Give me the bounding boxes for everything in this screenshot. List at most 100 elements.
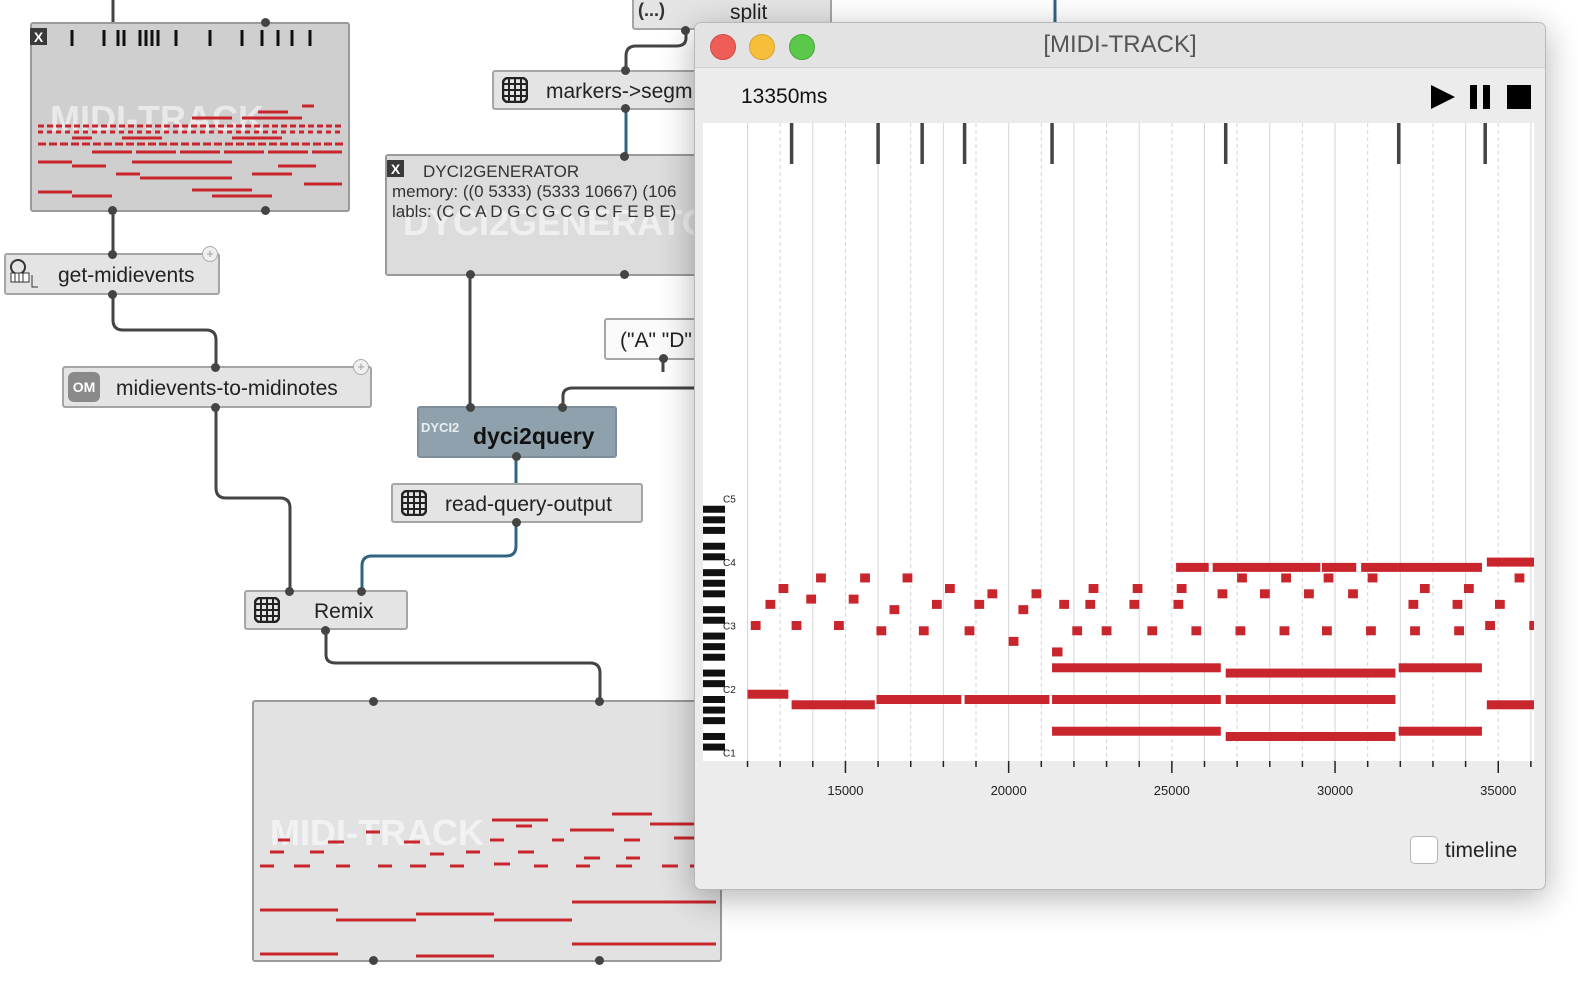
outlet[interactable] bbox=[108, 290, 117, 299]
wire bbox=[324, 630, 602, 700]
note bbox=[1147, 626, 1158, 636]
inlet[interactable] bbox=[211, 363, 220, 372]
dyci2generator-memory: memory: ((0 5333) (5333 10667) (106 bbox=[392, 182, 677, 201]
outlet[interactable] bbox=[261, 206, 270, 215]
outlet[interactable] bbox=[211, 403, 220, 412]
markers-segments-label: markers->segm bbox=[546, 80, 693, 103]
wire-data bbox=[360, 523, 518, 592]
inlet[interactable] bbox=[369, 697, 378, 706]
timeline-checkbox[interactable] bbox=[1410, 836, 1438, 864]
outlet[interactable] bbox=[369, 956, 378, 965]
piano-key-black bbox=[703, 653, 725, 661]
note bbox=[1225, 668, 1396, 678]
outlet[interactable] bbox=[621, 104, 630, 113]
inlet[interactable] bbox=[595, 697, 604, 706]
note bbox=[1237, 573, 1247, 583]
note bbox=[1419, 584, 1430, 594]
add-input-icon[interactable]: + bbox=[202, 246, 218, 262]
inlet[interactable] bbox=[261, 18, 270, 27]
remix-label: Remix bbox=[314, 600, 374, 623]
piano-roll-canvas: 15000 20000 25000 30000 35000 bbox=[741, 123, 1543, 799]
midievents-to-midinotes-label: midievents-to-midinotes bbox=[116, 377, 338, 400]
note bbox=[1101, 626, 1112, 636]
piano-key-black bbox=[703, 632, 725, 640]
dyci2query-box[interactable]: DYCI2 dyci2query bbox=[417, 406, 617, 458]
note bbox=[987, 589, 998, 599]
note bbox=[1052, 695, 1221, 705]
note bbox=[1361, 562, 1398, 572]
note bbox=[1408, 599, 1419, 609]
note bbox=[902, 573, 913, 583]
note bbox=[1173, 599, 1184, 609]
piano-key-black bbox=[703, 717, 725, 725]
outlet[interactable] bbox=[512, 452, 521, 461]
x-tick-label: 15000 bbox=[827, 783, 863, 798]
outlet[interactable] bbox=[681, 26, 690, 35]
inlet[interactable] bbox=[620, 152, 629, 161]
note bbox=[889, 605, 900, 615]
midi-track-editor-window[interactable]: [MIDI-TRACK] 13350ms C5 C4 C3 C2 C1 15000 200… bbox=[694, 22, 1546, 890]
piano-key-black bbox=[703, 669, 725, 677]
dyci2-badge: DYCI2 bbox=[421, 420, 460, 435]
inlet[interactable] bbox=[357, 587, 366, 596]
note bbox=[945, 584, 955, 594]
get-midievents-label: get-midievents bbox=[58, 264, 195, 287]
inlet[interactable] bbox=[621, 66, 630, 75]
note bbox=[1323, 573, 1334, 583]
note bbox=[1485, 621, 1495, 631]
octave-label: C5 bbox=[723, 495, 736, 506]
note bbox=[1281, 573, 1291, 583]
outlet[interactable] bbox=[108, 206, 117, 215]
close-icon[interactable]: X bbox=[387, 160, 404, 177]
note bbox=[1018, 605, 1029, 615]
wire bbox=[111, 294, 218, 367]
note bbox=[1225, 695, 1396, 705]
inlet[interactable] bbox=[558, 403, 567, 412]
note bbox=[1398, 663, 1482, 673]
outlet[interactable] bbox=[466, 270, 475, 279]
title-bar[interactable]: [MIDI-TRACK] bbox=[695, 23, 1545, 68]
add-input-icon[interactable]: + bbox=[353, 359, 369, 375]
dyci2generator-box[interactable]: DYCI2GENERATOR X DYCI2GENERATOR memory: … bbox=[385, 154, 736, 276]
outlet[interactable] bbox=[659, 354, 668, 363]
note bbox=[1367, 573, 1378, 583]
note bbox=[1176, 584, 1187, 594]
note bbox=[1052, 663, 1221, 673]
piano-keyboard[interactable]: C5 C4 C3 C2 C1 bbox=[703, 123, 741, 761]
note bbox=[1259, 589, 1270, 599]
outlet[interactable] bbox=[512, 518, 521, 527]
outlet[interactable] bbox=[595, 956, 604, 965]
midi-track-preview-top bbox=[38, 30, 344, 198]
time-readout: 13350ms bbox=[741, 85, 828, 108]
midi-track-box-bottom[interactable]: MIDI-TRACK bbox=[252, 700, 722, 962]
inlet[interactable] bbox=[108, 250, 117, 259]
note bbox=[1304, 589, 1314, 599]
note bbox=[1410, 626, 1420, 636]
markers-segments-box[interactable]: markers->segm bbox=[492, 70, 712, 110]
grid-icon bbox=[401, 490, 427, 516]
midievents-to-midinotes-box[interactable]: OM midievents-to-midinotes bbox=[62, 366, 372, 408]
piano-roll[interactable]: 15000 20000 25000 30000 35000 bbox=[741, 123, 1543, 799]
note bbox=[964, 626, 975, 636]
close-icon[interactable]: X bbox=[30, 28, 47, 45]
note bbox=[1529, 621, 1540, 631]
remix-box[interactable]: Remix bbox=[244, 590, 408, 630]
octave-label: C3 bbox=[723, 622, 736, 633]
piano-key-black bbox=[703, 643, 725, 651]
octave-label: C1 bbox=[723, 748, 736, 759]
play-icon[interactable] bbox=[1429, 83, 1457, 111]
midi-track-box-top[interactable]: MIDI-TRACK X bbox=[30, 22, 350, 212]
stop-icon[interactable] bbox=[1506, 84, 1532, 110]
piano-key-black bbox=[703, 579, 725, 587]
inlet[interactable] bbox=[466, 403, 475, 412]
read-query-output-box[interactable]: read-query-output bbox=[391, 483, 643, 523]
x-tick-label: 20000 bbox=[991, 783, 1027, 798]
outlet[interactable] bbox=[620, 270, 629, 279]
pause-icon[interactable] bbox=[1469, 84, 1493, 110]
grid-icon bbox=[502, 77, 528, 103]
inlet[interactable] bbox=[285, 587, 294, 596]
outlet[interactable] bbox=[321, 626, 330, 635]
piano-key-black bbox=[703, 616, 725, 624]
get-midievents-box[interactable]: get-midievents bbox=[4, 253, 220, 295]
note bbox=[931, 599, 942, 609]
